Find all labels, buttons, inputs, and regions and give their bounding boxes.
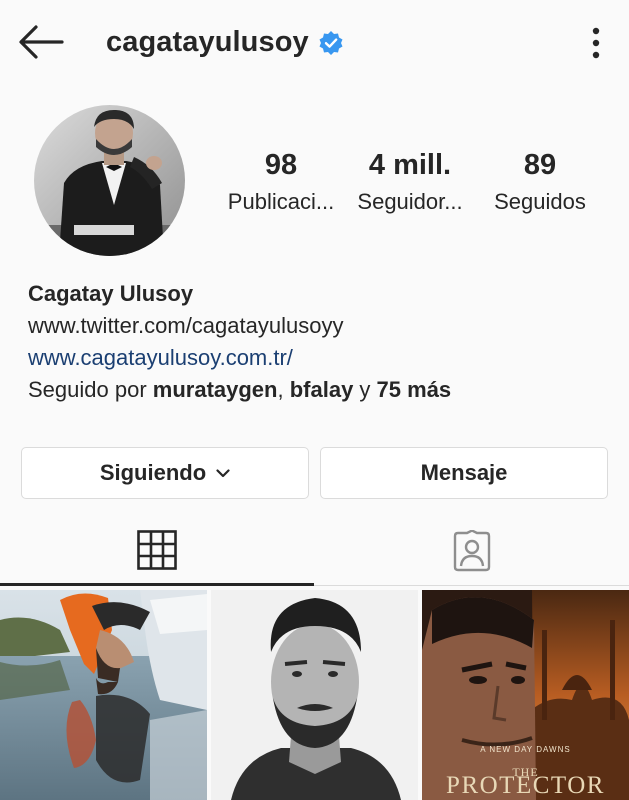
following-count[interactable]: 89 Seguidos xyxy=(484,148,596,217)
followed-by-text[interactable]: Seguido por murataygen, bfalay y 75 más xyxy=(28,374,608,406)
followers-count-label: Seguidor... xyxy=(357,189,463,214)
followed-by-user-2: bfalay xyxy=(289,377,354,402)
poster-title: PROTECTOR xyxy=(446,772,605,799)
post-thumbnail[interactable]: A NEW DAY DAWNS THE PROTECTOR xyxy=(422,590,629,800)
back-button[interactable] xyxy=(18,24,64,60)
grid-icon xyxy=(137,529,177,570)
followers-count[interactable]: 4 mill. Seguidor... xyxy=(354,148,466,217)
followed-by-user-1: murataygen xyxy=(152,377,278,402)
tagged-user-icon xyxy=(453,529,490,571)
followed-by-prefix: Seguido por xyxy=(28,377,153,402)
followed-by-and: y xyxy=(353,377,377,402)
bio-website-link[interactable]: www.cagatayulusoy.com.tr/ xyxy=(28,342,608,374)
tab-tagged[interactable] xyxy=(314,516,629,586)
followed-by-separator: , xyxy=(277,377,290,402)
profile-username-row: cagatayulusoy xyxy=(106,26,344,59)
arrow-left-icon xyxy=(19,25,64,59)
profile-username: cagatayulusoy xyxy=(106,26,309,58)
post-thumbnail[interactable] xyxy=(0,590,207,800)
more-options-button[interactable] xyxy=(584,26,608,60)
posts-count-label: Publicaci... xyxy=(227,189,335,214)
chevron-down-icon xyxy=(216,468,230,477)
more-vertical-icon xyxy=(592,27,600,59)
top-bar: cagatayulusoy xyxy=(0,0,629,88)
following-button[interactable]: Siguiendo xyxy=(21,447,309,499)
following-button-label: Siguiendo xyxy=(99,460,207,485)
followed-by-more: 75 más xyxy=(376,377,452,402)
poster-tagline: A NEW DAY DAWNS xyxy=(480,745,571,754)
tab-posts-grid[interactable] xyxy=(0,516,314,586)
profile-bio: Cagatay Ulusoy www.twitter.com/cagatayul… xyxy=(28,278,608,406)
profile-full-name: Cagatay Ulusoy xyxy=(28,281,194,306)
bio-twitter-text: www.twitter.com/cagatayulusoyy xyxy=(28,313,344,338)
message-button-label: Mensaje xyxy=(420,460,508,485)
posts-count: 98 Publicaci... xyxy=(222,148,340,217)
post-photo-portrait xyxy=(211,590,418,800)
profile-avatar[interactable] xyxy=(34,105,185,256)
following-count-value: 89 xyxy=(523,149,557,181)
verified-badge-icon xyxy=(319,30,343,55)
posts-count-value: 98 xyxy=(264,149,298,181)
message-button[interactable]: Mensaje xyxy=(320,447,608,499)
followers-count-value: 4 mill. xyxy=(368,149,452,181)
post-photo-lake xyxy=(0,590,207,800)
post-thumbnail[interactable] xyxy=(211,590,418,800)
profile-tabs xyxy=(0,516,629,586)
avatar-photo xyxy=(34,105,185,256)
posts-grid: A NEW DAY DAWNS THE PROTECTOR xyxy=(0,590,629,800)
following-count-label: Seguidos xyxy=(494,189,586,214)
